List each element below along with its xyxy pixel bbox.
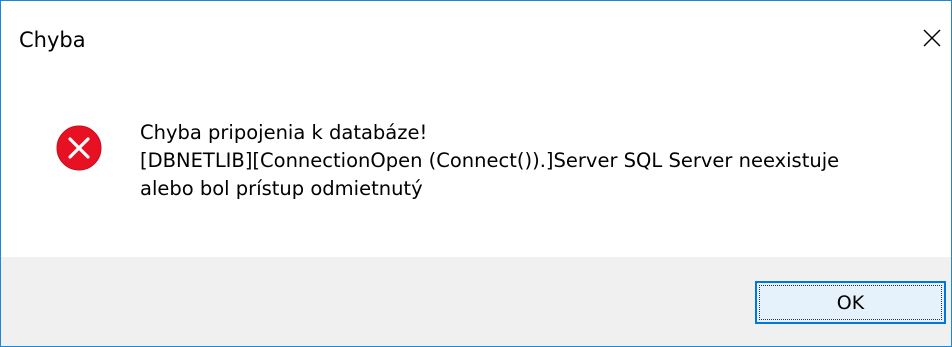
message-line-2: [DBNETLIB][ConnectionOpen (Connect()).]S… — [140, 149, 840, 172]
message-line-1: Chyba pripojenia k databáze! — [140, 121, 428, 144]
error-x-circle-icon — [56, 125, 102, 171]
ok-button[interactable]: OK — [755, 281, 946, 324]
title-bar: Chyba — [1, 1, 951, 77]
button-bar: OK — [1, 257, 951, 346]
message-area: Chyba pripojenia k databáze! [DBNETLIB][… — [1, 77, 951, 257]
error-message: Chyba pripojenia k databáze! [DBNETLIB][… — [140, 119, 839, 203]
close-icon — [923, 29, 941, 47]
window-title: Chyba — [19, 28, 86, 52]
error-dialog: Chyba Chyba pripojenia k databáze! [DBNE… — [0, 0, 952, 347]
ok-button-label: OK — [836, 291, 865, 314]
close-button[interactable] — [905, 13, 951, 63]
message-line-3: alebo bol prístup odmietnutý — [140, 177, 423, 200]
